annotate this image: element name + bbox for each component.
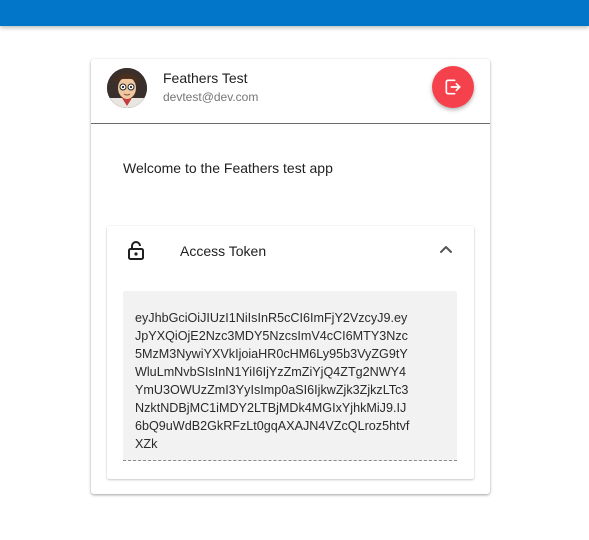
user-card: Feathers Test devtest@dev.com Welcome to… xyxy=(91,59,490,494)
top-app-bar xyxy=(0,0,589,26)
cartoon-avatar-icon xyxy=(107,68,147,108)
logout-icon xyxy=(445,79,461,95)
access-token-title: Access Token xyxy=(180,243,267,259)
logout-button[interactable] xyxy=(432,66,474,108)
user-name: Feathers Test xyxy=(163,70,248,86)
card-header: Feathers Test devtest@dev.com xyxy=(91,59,490,124)
access-token-textarea[interactable]: eyJhbGciOiJIUzI1NiIsInR5cCI6ImFjY2VzcyJ9… xyxy=(123,291,457,461)
avatar xyxy=(107,68,147,108)
welcome-message: Welcome to the Feathers test app xyxy=(123,160,333,176)
chevron-up-icon[interactable] xyxy=(439,244,453,254)
lock-open-icon xyxy=(128,241,144,260)
access-token-panel: Access Token eyJhbGciOiJIUzI1NiIsInR5cCI… xyxy=(107,226,474,479)
access-token-panel-header[interactable]: Access Token xyxy=(107,226,474,276)
access-token-value: eyJhbGciOiJIUzI1NiIsInR5cCI6ImFjY2VzcyJ9… xyxy=(135,311,410,451)
user-email: devtest@dev.com xyxy=(163,90,259,104)
